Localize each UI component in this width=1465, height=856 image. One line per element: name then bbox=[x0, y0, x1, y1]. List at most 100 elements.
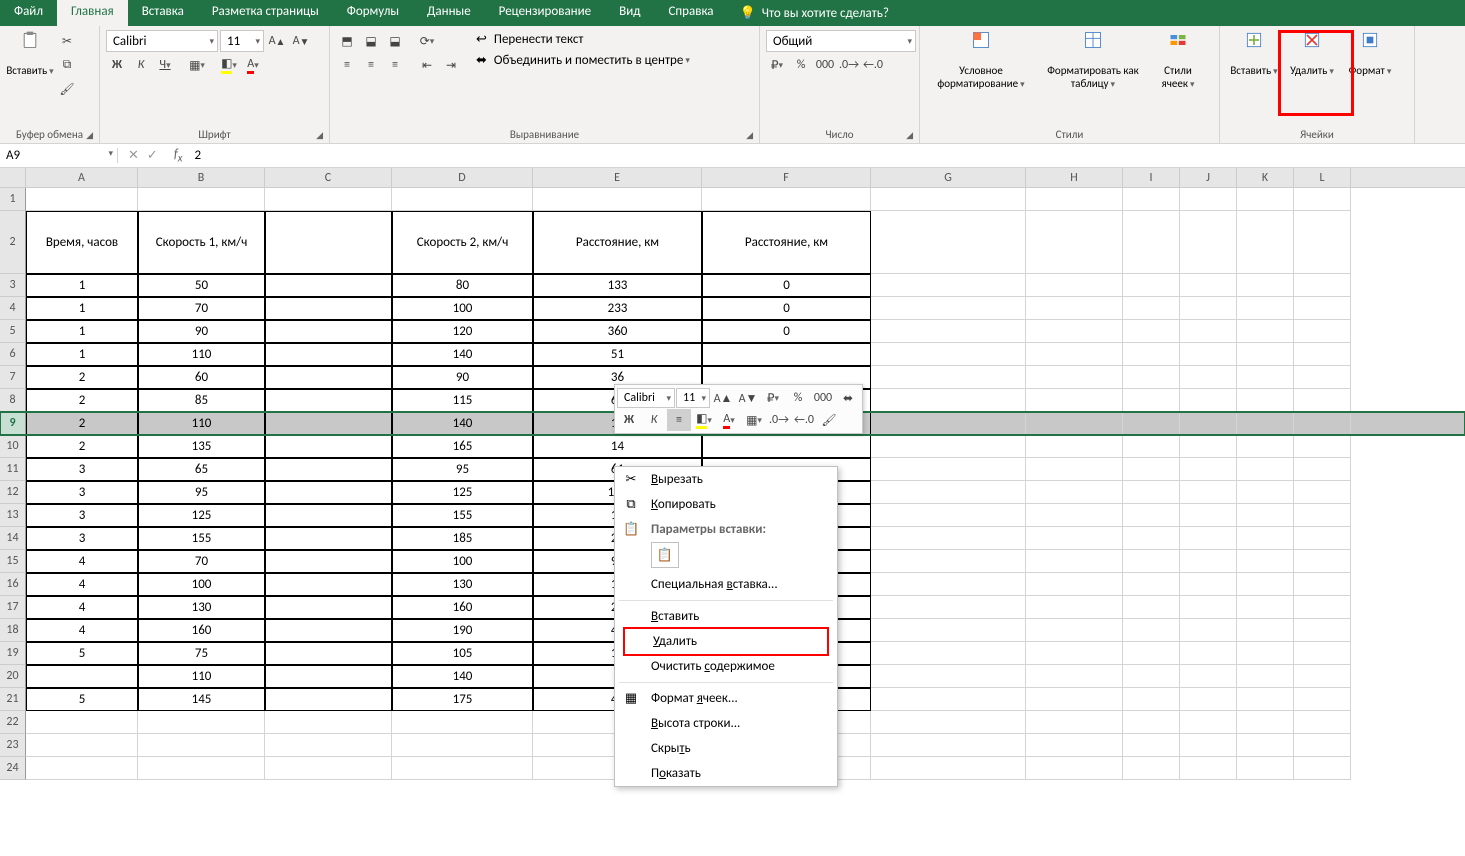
cell[interactable]: 110 bbox=[138, 343, 265, 366]
cell[interactable] bbox=[1237, 412, 1294, 435]
cell[interactable]: 105 bbox=[392, 642, 533, 665]
ctx-cut[interactable]: ✂Вырезать bbox=[615, 467, 837, 492]
cell[interactable] bbox=[265, 188, 392, 211]
cell[interactable] bbox=[1294, 757, 1351, 780]
cell[interactable] bbox=[392, 757, 533, 780]
cell[interactable] bbox=[1294, 389, 1351, 412]
cell[interactable] bbox=[871, 412, 1026, 435]
cell[interactable] bbox=[1123, 458, 1180, 481]
cell[interactable]: 1 bbox=[26, 274, 138, 297]
percent-button[interactable]: % bbox=[790, 54, 812, 76]
cell[interactable] bbox=[1180, 211, 1237, 274]
tab-formulas[interactable]: Формулы bbox=[333, 0, 413, 26]
ctx-show[interactable]: Показать bbox=[615, 761, 837, 786]
cell[interactable] bbox=[871, 527, 1026, 550]
decrease-indent-button[interactable]: ⇤ bbox=[416, 54, 438, 76]
cell[interactable]: 175 bbox=[392, 688, 533, 711]
ctx-format-cells[interactable]: ▦Формат ячеек... bbox=[615, 686, 837, 711]
cell[interactable] bbox=[871, 619, 1026, 642]
cell[interactable] bbox=[1123, 711, 1180, 734]
comma-button[interactable]: 000 bbox=[814, 54, 836, 76]
cell[interactable]: 2 bbox=[26, 366, 138, 389]
cell[interactable]: 130 bbox=[138, 596, 265, 619]
cell[interactable] bbox=[1123, 412, 1180, 435]
bold-button[interactable]: Ж bbox=[106, 54, 128, 76]
cell[interactable] bbox=[265, 343, 392, 366]
cell[interactable] bbox=[1294, 688, 1351, 711]
cell[interactable] bbox=[1180, 343, 1237, 366]
cell[interactable]: 0 bbox=[702, 297, 871, 320]
cell[interactable] bbox=[1123, 343, 1180, 366]
cell[interactable] bbox=[871, 435, 1026, 458]
cell[interactable]: 4 bbox=[26, 619, 138, 642]
cell[interactable] bbox=[533, 188, 702, 211]
row-header-11[interactable]: 11 bbox=[0, 458, 26, 481]
cell[interactable]: 0 bbox=[702, 320, 871, 343]
cell[interactable]: 95 bbox=[138, 481, 265, 504]
cell[interactable]: Скорость 1, км/ч bbox=[138, 211, 265, 274]
cell[interactable] bbox=[265, 642, 392, 665]
cell[interactable] bbox=[871, 320, 1026, 343]
column-header-C[interactable]: C bbox=[265, 168, 392, 187]
cell[interactable] bbox=[1237, 688, 1294, 711]
cell[interactable] bbox=[1026, 458, 1123, 481]
row-header-13[interactable]: 13 bbox=[0, 504, 26, 527]
cell[interactable] bbox=[1237, 504, 1294, 527]
mini-currency[interactable]: ₽ bbox=[761, 387, 785, 409]
cell[interactable]: 110 bbox=[138, 412, 265, 435]
cell[interactable] bbox=[138, 757, 265, 780]
decrease-font-button[interactable]: A▼ bbox=[290, 30, 312, 52]
format-cells-button[interactable]: Формат bbox=[1342, 30, 1398, 77]
cell[interactable] bbox=[1026, 596, 1123, 619]
paste-button[interactable]: Вставить bbox=[6, 30, 54, 77]
cell[interactable] bbox=[1180, 665, 1237, 688]
cell[interactable]: 3 bbox=[26, 527, 138, 550]
cell[interactable]: 185 bbox=[392, 527, 533, 550]
ctx-copy[interactable]: ⧉Копировать bbox=[615, 492, 837, 517]
cell[interactable] bbox=[1180, 366, 1237, 389]
decrease-decimal-button[interactable]: ←.0 bbox=[862, 54, 884, 76]
insert-cells-button[interactable]: Вставить bbox=[1226, 30, 1282, 77]
italic-button[interactable]: К bbox=[130, 54, 152, 76]
cell[interactable] bbox=[1294, 596, 1351, 619]
cell[interactable] bbox=[871, 688, 1026, 711]
cell[interactable] bbox=[1123, 504, 1180, 527]
mini-font-combo[interactable]: Calibri bbox=[617, 388, 675, 408]
mini-bold[interactable]: Ж bbox=[617, 409, 641, 431]
cell[interactable] bbox=[871, 757, 1026, 780]
cell[interactable] bbox=[1123, 734, 1180, 757]
cell[interactable]: 130 bbox=[392, 573, 533, 596]
cell[interactable]: 140 bbox=[392, 665, 533, 688]
merge-center-button[interactable]: ⬌ Объединить и поместить в центре bbox=[472, 51, 694, 70]
cell[interactable] bbox=[1180, 458, 1237, 481]
cell[interactable] bbox=[1237, 320, 1294, 343]
cell[interactable] bbox=[265, 573, 392, 596]
cell[interactable] bbox=[1123, 596, 1180, 619]
cell[interactable] bbox=[265, 435, 392, 458]
cell[interactable] bbox=[1180, 619, 1237, 642]
delete-cells-button[interactable]: Удалить bbox=[1284, 30, 1340, 77]
cell[interactable]: Расстояние, км bbox=[533, 211, 702, 274]
cell[interactable]: 233 bbox=[533, 297, 702, 320]
mini-comma[interactable]: 000 bbox=[811, 387, 835, 409]
align-center-button[interactable]: ≡ bbox=[360, 54, 382, 76]
cell[interactable] bbox=[265, 320, 392, 343]
cell[interactable] bbox=[1123, 389, 1180, 412]
cell[interactable]: 140 bbox=[392, 343, 533, 366]
select-all-corner[interactable] bbox=[0, 168, 26, 187]
underline-button[interactable]: Ч bbox=[154, 54, 176, 76]
cell[interactable] bbox=[1026, 366, 1123, 389]
cell[interactable] bbox=[265, 504, 392, 527]
row-header-10[interactable]: 10 bbox=[0, 435, 26, 458]
column-header-G[interactable]: G bbox=[871, 168, 1026, 187]
column-header-K[interactable]: K bbox=[1237, 168, 1294, 187]
cell[interactable] bbox=[1123, 665, 1180, 688]
tell-me-search[interactable]: 💡 Что вы хотите сделать? bbox=[728, 0, 901, 26]
row-header-5[interactable]: 5 bbox=[0, 320, 26, 343]
mini-inc-decimal[interactable]: .0→ bbox=[767, 409, 791, 431]
cell[interactable] bbox=[1026, 320, 1123, 343]
cell[interactable] bbox=[1237, 274, 1294, 297]
cell[interactable]: 60 bbox=[138, 366, 265, 389]
cell[interactable] bbox=[1123, 642, 1180, 665]
cell[interactable] bbox=[1180, 596, 1237, 619]
